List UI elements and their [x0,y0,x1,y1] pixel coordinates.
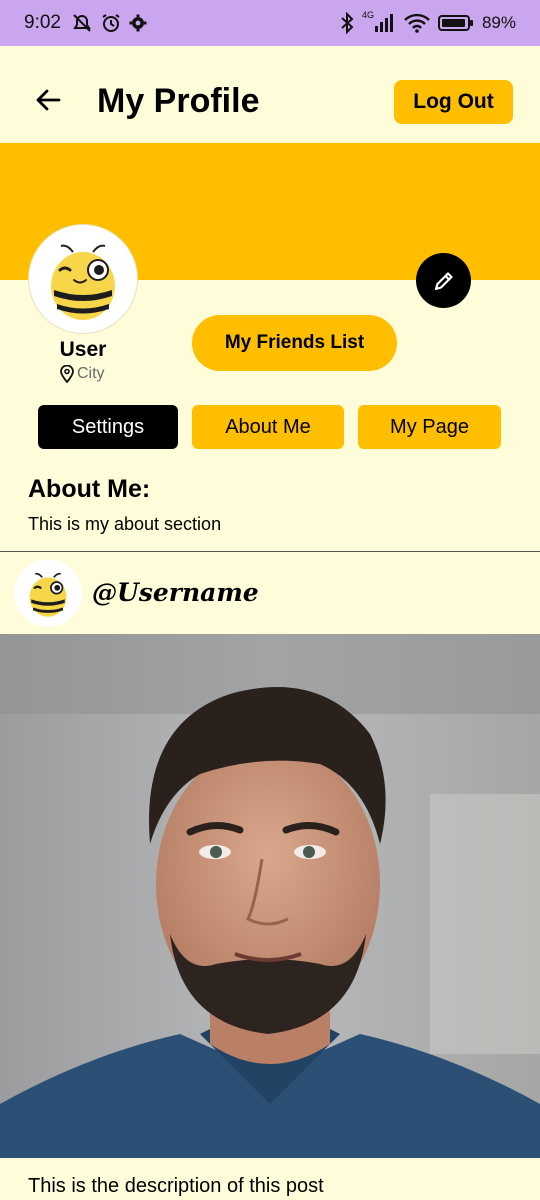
profile-city: City [77,365,105,382]
post-username[interactable]: @Username [92,578,259,607]
app-bar: My Profile Log Out [0,46,540,143]
logout-button[interactable]: Log Out [394,80,513,124]
profile-name: User [59,338,107,361]
location-pin-icon [60,365,74,383]
status-bar: 9:02 4G 89% [0,0,540,46]
signal-icon: 4G [362,10,396,34]
post-description: This is the description of this post [28,1175,324,1197]
bee-mascot-icon [51,244,115,320]
status-right-icons: 4G 89% [340,10,516,34]
friends-list-button[interactable]: My Friends List [192,315,397,371]
back-button[interactable] [30,82,66,118]
muted-notifications-icon [73,14,91,32]
about-heading: About Me: [28,475,151,503]
post-author-avatar[interactable] [14,559,82,627]
portrait-photo [0,634,540,1158]
post-header: @Username [0,552,540,634]
profile-tabs: Settings About Me My Page [38,405,508,449]
tab-about-me[interactable]: About Me [192,405,344,449]
tab-my-page[interactable]: My Page [358,405,501,449]
pencil-icon [434,271,453,290]
bluetooth-icon [341,12,354,34]
back-arrow-icon [36,89,61,111]
edit-profile-button[interactable] [416,253,471,308]
page-title: My Profile [97,82,260,120]
tab-settings[interactable]: Settings [38,405,178,449]
status-time: 9:02 [24,12,61,33]
profile-avatar[interactable] [28,224,138,334]
bee-mascot-icon [29,572,67,617]
post-image[interactable] [0,634,540,1158]
profile-location: City [60,365,105,383]
settings-gear-icon [129,14,147,32]
about-text: This is my about section [28,514,222,534]
wifi-icon [404,13,430,33]
battery-percent: 89% [481,13,516,32]
status-left-icons [71,13,147,33]
alarm-icon [102,14,120,32]
battery-icon [437,15,473,31]
